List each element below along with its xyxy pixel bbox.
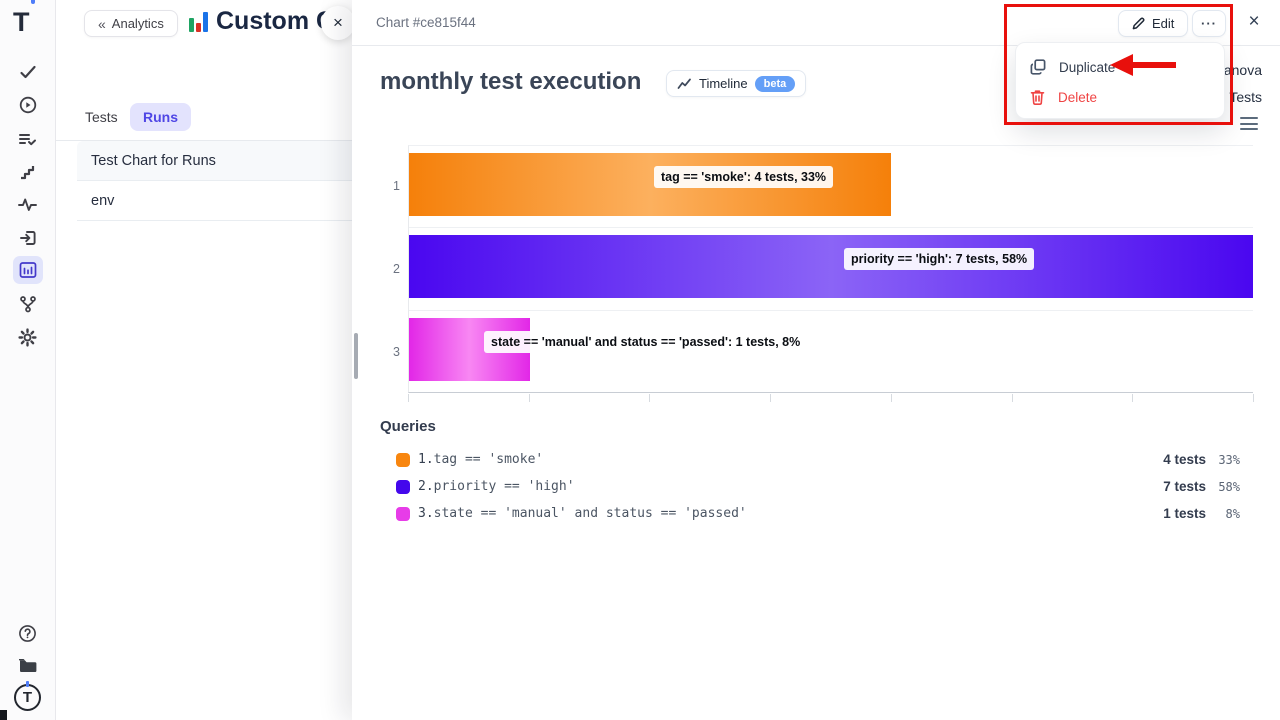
page-title: Custom C — [216, 7, 334, 36]
pulse-icon[interactable] — [11, 190, 45, 220]
help-icon[interactable] — [11, 618, 45, 648]
bar-value-label: state == 'manual' and status == 'passed'… — [484, 331, 807, 353]
beta-badge: beta — [755, 76, 796, 92]
delete-trash-icon — [1030, 89, 1045, 105]
legend-query-text: priority == 'high' — [434, 479, 575, 494]
legend-row: 3.state == 'manual' and status == 'passe… — [380, 500, 1240, 527]
analytics-chart-icon[interactable] — [13, 256, 43, 284]
screen-corner-artifact — [0, 710, 7, 720]
chart-row: tag == 'smoke': 4 tests, 33% — [409, 146, 1253, 228]
ellipsis-icon: ··· — [1201, 16, 1217, 31]
timeline-line-icon — [677, 77, 692, 90]
back-to-analytics-button[interactable]: « Analytics — [84, 10, 178, 37]
delete-label: Delete — [1058, 90, 1097, 105]
branch-icon[interactable] — [11, 289, 45, 319]
legend-percent-value: 8% — [1206, 507, 1240, 521]
chart-actions-menu: Duplicate Delete — [1015, 42, 1225, 119]
pencil-icon — [1132, 17, 1145, 30]
legend-percent-value: 33% — [1206, 453, 1240, 467]
docs-folder-icon[interactable] — [11, 650, 45, 680]
menu-item-duplicate[interactable]: Duplicate — [1016, 52, 1224, 82]
legend-row: 1.tag == 'smoke' 4 tests33% — [380, 446, 1240, 473]
axis-tick — [1132, 394, 1133, 402]
overlay-header: Chart #ce815f44 Edit ··· × — [352, 0, 1280, 46]
back-chevrons-icon: « — [98, 16, 105, 32]
legend-tests-value: 4 tests — [1136, 452, 1206, 467]
back-label: Analytics — [112, 16, 164, 31]
close-icon: × — [1248, 11, 1259, 33]
axis-tick — [529, 394, 530, 402]
chart-list-item-label: Test Chart for Runs — [91, 153, 216, 169]
author-text-truncated: anova — [1224, 62, 1262, 78]
duplicate-copy-icon — [1030, 59, 1046, 75]
import-icon[interactable] — [11, 223, 45, 253]
axis-tick — [770, 394, 771, 402]
edit-button[interactable]: Edit — [1118, 10, 1188, 37]
source-text-truncated: Tests — [1229, 89, 1262, 105]
legend-query-text: state == 'manual' and status == 'passed' — [434, 506, 747, 521]
custom-chart-logo-icon — [188, 11, 210, 33]
axis-tick — [649, 394, 650, 402]
chart-row: priority == 'high': 7 tests, 58% — [409, 228, 1253, 310]
chart-row: state == 'manual' and status == 'passed'… — [409, 311, 1253, 392]
legend-index: 2. — [418, 479, 434, 494]
queries-legend: 1.tag == 'smoke' 4 tests33% 2.priority == … — [380, 446, 1240, 527]
legend-row: 2.priority == 'high' 7 tests58% — [380, 473, 1240, 500]
settings-gear-icon[interactable] — [11, 322, 45, 352]
timeline-label: Timeline — [699, 76, 748, 91]
menu-item-delete[interactable]: Delete — [1016, 82, 1224, 112]
bar-value-label: tag == 'smoke': 4 tests, 33% — [654, 166, 833, 188]
bar-chart-plot: tag == 'smoke': 4 tests, 33% priority == … — [408, 145, 1253, 393]
account-avatar[interactable]: T — [14, 684, 41, 711]
timeline-toggle-button[interactable]: Timeline beta — [666, 70, 806, 97]
y-axis-label: 3 — [352, 310, 400, 393]
legend-swatch — [396, 507, 410, 521]
overlay-close-button[interactable]: × — [1240, 8, 1268, 36]
legend-query-text: tag == 'smoke' — [434, 452, 544, 467]
chart-menu-icon[interactable] — [1240, 117, 1258, 130]
legend-index: 3. — [418, 506, 434, 521]
runs-play-icon[interactable] — [11, 90, 45, 120]
y-axis-labels: 123 — [352, 145, 400, 393]
close-icon: × — [333, 13, 343, 33]
tab-runs[interactable]: Runs — [130, 103, 191, 131]
more-options-button[interactable]: ··· — [1192, 10, 1226, 37]
y-axis-label: 1 — [352, 145, 400, 228]
panel-close-button[interactable]: × — [321, 6, 355, 40]
tests-check-icon[interactable] — [11, 57, 45, 87]
axis-tick — [408, 394, 409, 402]
axis-tick — [1253, 394, 1254, 402]
duplicate-label: Duplicate — [1059, 60, 1115, 75]
legend-tests-value: 7 tests — [1136, 479, 1206, 494]
bar-value-label: priority == 'high': 7 tests, 58% — [844, 248, 1034, 270]
legend-index: 1. — [418, 452, 434, 467]
list-check-icon[interactable] — [11, 124, 45, 154]
legend-swatch — [396, 453, 410, 467]
chart-detail-overlay: Chart #ce815f44 Edit ··· × anova Tests m… — [352, 0, 1280, 720]
legend-percent-value: 58% — [1206, 480, 1240, 494]
legend-tests-value: 1 tests — [1136, 506, 1206, 521]
chart-id-title: Chart #ce815f44 — [376, 15, 476, 30]
edit-label: Edit — [1152, 16, 1174, 31]
chart-title: monthly test execution — [380, 68, 641, 96]
sidebar: T T — [0, 0, 56, 720]
axis-tick — [1012, 394, 1013, 402]
queries-heading: Queries — [380, 418, 436, 435]
chart-list-item-label: env — [91, 193, 114, 209]
legend-swatch — [396, 480, 410, 494]
bar-segment[interactable] — [409, 235, 1253, 298]
steps-icon[interactable] — [11, 157, 45, 187]
y-axis-label: 2 — [352, 228, 400, 311]
axis-tick — [891, 394, 892, 402]
app-logo-icon[interactable]: T — [13, 6, 30, 38]
tab-tests[interactable]: Tests — [85, 109, 118, 125]
x-axis-ticks — [408, 394, 1253, 402]
